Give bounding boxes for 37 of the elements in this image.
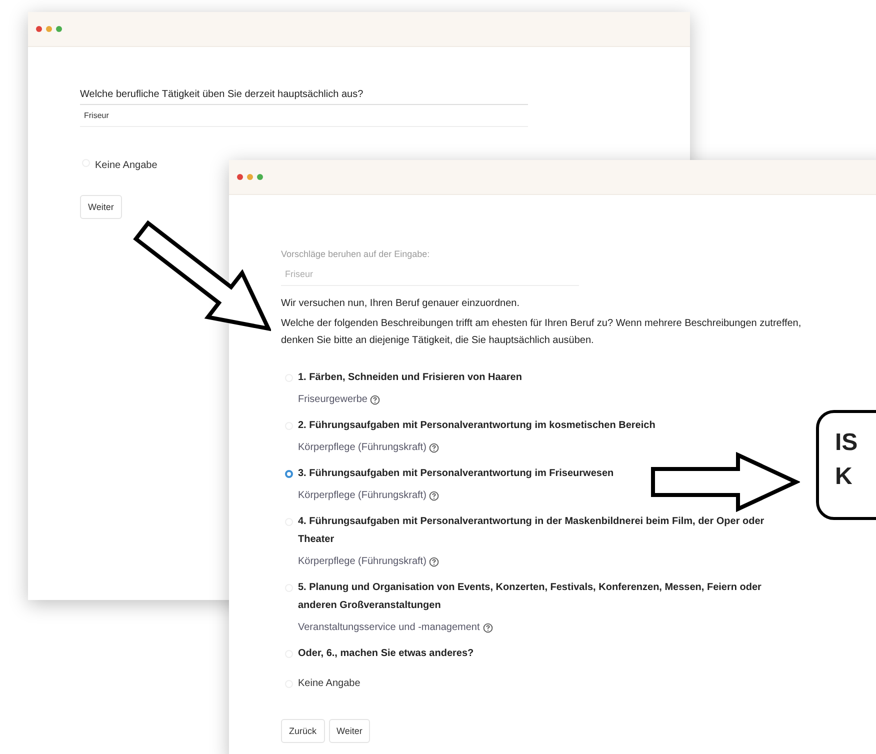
intro-text: Wir versuchen nun, Ihren Beruf genauer einzuordnen. bbox=[281, 298, 520, 309]
option-label[interactable]: Oder, 6., machen Sie etwas anderes? bbox=[298, 645, 474, 663]
option-label[interactable]: 2. Führungsaufgaben mit Personalverantwortung im kosmetischen Bereich bbox=[298, 417, 656, 435]
option-label[interactable]: 1. Färben, Schneiden und Frisieren von Haaren bbox=[298, 369, 522, 387]
help-icon[interactable] bbox=[482, 622, 493, 632]
category-text: Friseurgewerbe bbox=[298, 394, 368, 405]
help-icon[interactable] bbox=[429, 556, 440, 566]
category-text: Körperpflege (Führungskraft) bbox=[298, 442, 426, 453]
radio-button[interactable] bbox=[285, 470, 293, 478]
option-label[interactable]: 4. Führungsaufgaben mit Personalverantwortung in der Maskenbildnerei beim Film, der Oper oder Theater bbox=[298, 513, 803, 549]
option-label[interactable]: Keine Angabe bbox=[95, 157, 158, 175]
option-label[interactable]: Keine Angabe bbox=[298, 675, 360, 693]
help-icon[interactable] bbox=[429, 442, 440, 452]
close-dot-icon[interactable] bbox=[237, 174, 243, 180]
category-text: Veranstaltungsservice und -management bbox=[298, 622, 480, 633]
help-icon[interactable] bbox=[370, 394, 380, 404]
suggestion-label: Vorschläge beruhen auf der Eingabe: bbox=[281, 249, 431, 259]
option-label[interactable]: 3. Führungsaufgaben mit Personalverantwortung im Friseurwesen bbox=[298, 465, 614, 483]
minimize-dot-icon[interactable] bbox=[247, 174, 253, 180]
next-button[interactable]: Weiter bbox=[80, 195, 122, 219]
help-icon[interactable] bbox=[429, 490, 440, 500]
option-label[interactable]: 5. Planung und Organisation von Events, Konzerten, Festivals, Konferenzen, Messen, Feiern oder anderen Großveranstaltungen bbox=[298, 579, 803, 615]
category-text: Körperpflege (Führungskraft) bbox=[298, 490, 426, 501]
callout-text: IS bbox=[835, 429, 859, 457]
next-button[interactable]: Weiter bbox=[328, 719, 370, 743]
suggestion-field: Friseur bbox=[281, 263, 579, 286]
minimize-dot-icon[interactable] bbox=[46, 26, 52, 32]
zoom-dot-icon[interactable] bbox=[56, 26, 62, 32]
question-text: Welche berufliche Tätigkeit üben Sie derzeit hauptsächlich aus? bbox=[80, 89, 364, 100]
callout-text: K bbox=[835, 463, 854, 491]
question-text: Welche der folgenden Beschreibungen trifft am ehesten für Ihren Beruf zu? Wenn mehrere Beschreibungen zutreffen, denken Sie bitte an diejenige Tätigkeit, die Sie hauptsächlich ausüben. bbox=[281, 317, 802, 348]
answer-field[interactable]: Friseur bbox=[80, 104, 528, 127]
category-text: Körperpflege (Führungskraft) bbox=[298, 556, 426, 567]
arrow-icon bbox=[650, 452, 800, 512]
zoom-dot-icon[interactable] bbox=[257, 174, 263, 180]
close-dot-icon[interactable] bbox=[36, 26, 42, 32]
back-button[interactable]: Zurück bbox=[281, 719, 325, 743]
